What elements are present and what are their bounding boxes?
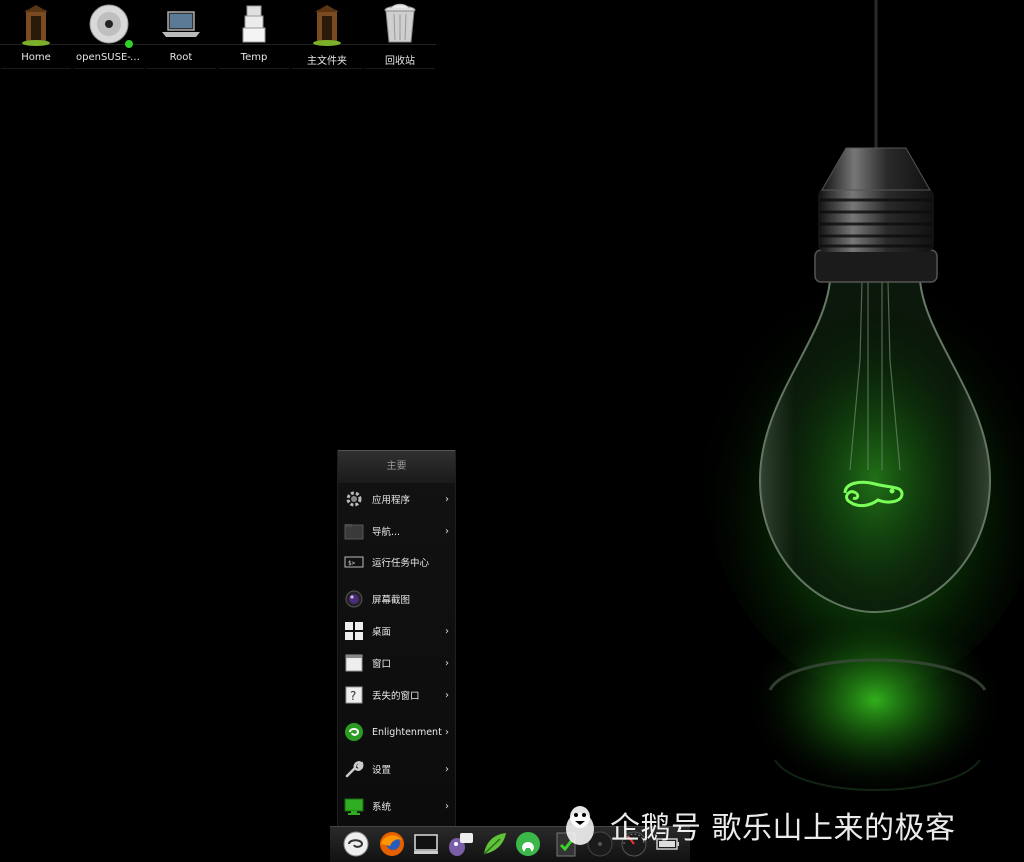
pidgin-icon[interactable] [446,830,474,858]
desktop-icon-home-folder[interactable]: 主文件夹 [292,2,362,69]
chevron-right-icon: › [445,800,449,812]
cd-disc-icon [89,4,133,48]
chevron-right-icon: › [445,657,449,669]
trash-icon [384,3,416,43]
menu-item-window[interactable]: 窗口 › [338,648,455,678]
outhouse-icon [22,5,50,46]
firefox-icon[interactable] [378,830,406,858]
menu-item-label: 导航... [372,527,401,538]
chevron-right-icon: › [445,726,449,738]
watermark-text: 企鹅号 歌乐山上来的极客 [610,811,956,846]
desktop-icon-root[interactable]: Root [146,2,216,69]
box-stack-icon [242,5,266,43]
opensuse-start-icon[interactable] [342,830,370,858]
desktop-grid-icon [344,621,364,641]
desktop-icon-label: Temp [240,52,268,63]
laptop-icon [162,11,200,37]
terminal-icon: $> [344,552,364,572]
menu-title: 主要 [338,450,455,483]
menu-item-label: 窗口 [372,659,392,670]
terminal-icon[interactable] [412,830,440,858]
chevron-right-icon: › [445,493,449,505]
enlightenment-logo-icon [344,722,364,742]
chevron-right-icon: › [445,625,449,637]
watermark: 企鹅号 歌乐山上来的极客 [560,800,1010,850]
desktop-icon-label: Root [169,52,193,63]
menu-item-applications[interactable]: 应用程序 › [338,484,455,514]
desktop-icon-temp[interactable]: Temp [219,2,289,69]
desktop-icon-label: openSUSE-Tu… [76,52,144,63]
wrench-icon [344,759,364,779]
main-menu: 主要 应用程序 › 导航... › $> 运行任务中心 屏幕截图 桌面 › 窗口… [337,450,456,828]
gear-icon [344,489,364,509]
outhouse-icon [313,5,341,46]
chevron-right-icon: › [445,689,449,701]
svg-text:$>: $> [348,560,356,567]
chevron-right-icon: › [445,763,449,775]
desktop-icon-trash[interactable]: 回收站 [365,2,435,69]
menu-item-label: 屏幕截图 [372,595,411,606]
menu-item-label: 丢失的窗口 [372,691,420,702]
folder-icon [344,521,364,541]
menu-item-label: 桌面 [372,627,392,638]
menu-item-navigate[interactable]: 导航... › [338,516,455,546]
menu-item-run-task-center[interactable]: $> 运行任务中心 [338,547,455,577]
menu-item-desktop[interactable]: 桌面 › [338,616,455,646]
leafpad-icon[interactable] [480,830,508,858]
window-icon [344,653,364,673]
menu-item-label: Enlightenment [372,726,442,738]
menu-item-enlightenment[interactable]: Enlightenment › [338,717,455,747]
menu-item-label: 系统 [372,802,392,813]
svg-text:?: ? [350,689,356,703]
question-window-icon: ? [344,685,364,705]
menu-item-screenshot[interactable]: 屏幕截图 [338,584,455,614]
wallpaper-lightbulb [705,0,1024,820]
menu-item-label: 设置 [372,765,392,776]
file-manager-icon[interactable] [514,830,542,858]
menu-item-lost-windows[interactable]: ? 丢失的窗口 › [338,680,455,710]
penguin-icon [566,806,594,845]
desktop-icon-label: Home [21,52,51,63]
chevron-right-icon: › [445,525,449,537]
desktop-icon-label: 回收站 [385,56,415,67]
menu-item-settings[interactable]: 设置 › [338,754,455,784]
menu-item-label: 运行任务中心 [372,558,430,569]
desktop-icon-label: 主文件夹 [307,56,347,67]
desktop-icon-home[interactable]: Home [1,2,71,69]
desktop-icon-opensuse-tumbleweed[interactable]: openSUSE-Tu… [74,2,144,69]
camera-lens-icon [344,589,364,609]
menu-item-label: 应用程序 [372,495,411,506]
menu-item-system[interactable]: 系统 › [338,791,455,821]
system-monitor-icon [344,796,364,816]
